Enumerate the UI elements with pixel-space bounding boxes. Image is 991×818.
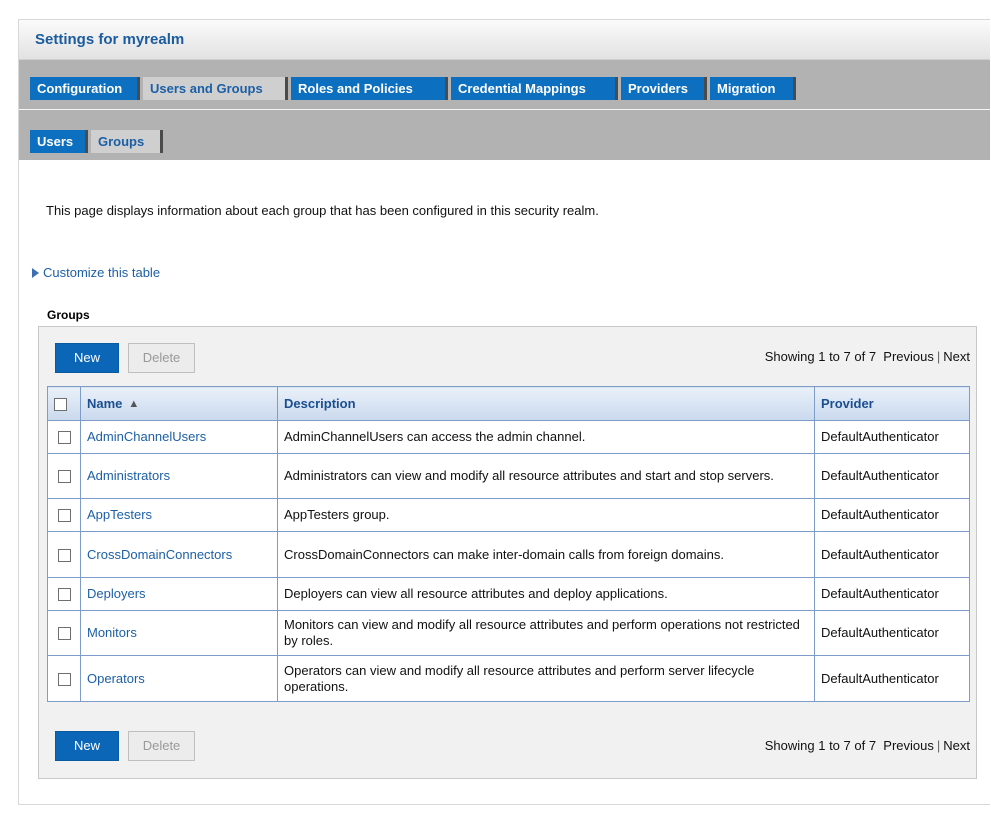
page-title: Settings for myrealm (35, 31, 185, 48)
next-link[interactable]: Next (943, 349, 970, 364)
title-bar: Settings for myrealm (19, 20, 990, 60)
group-name-cell: CrossDomainConnectors (80, 531, 278, 578)
row-checkbox[interactable] (57, 431, 71, 445)
row-select-cell (47, 453, 81, 499)
next-link[interactable]: Next (943, 738, 970, 753)
group-name-cell: Deployers (80, 577, 278, 611)
main-tabs: Configuration Users and Groups Roles and… (19, 60, 990, 110)
previous-link[interactable]: Previous (883, 349, 934, 364)
group-name-cell: AppTesters (80, 498, 278, 532)
table-row: AppTesters AppTesters group. DefaultAuth… (47, 498, 970, 532)
group-name-link[interactable]: Operators (87, 671, 145, 686)
row-select-cell (47, 655, 81, 702)
tab-users-and-groups[interactable]: Users and Groups (143, 77, 288, 100)
group-provider: DefaultAuthenticator (814, 531, 970, 578)
table-row: Operators Operators can view and modify … (47, 655, 970, 702)
name-column-header[interactable]: Name ▲ (80, 386, 278, 421)
select-all-cell (47, 386, 81, 421)
row-checkbox[interactable] (57, 627, 71, 641)
pagination-separator: | (936, 738, 941, 753)
delete-button-bottom[interactable]: Delete (128, 731, 195, 761)
showing-count: Showing 1 to 7 of 7 (764, 738, 877, 753)
select-all-checkbox[interactable] (54, 398, 67, 412)
table-row: Monitors Monitors can view and modify al… (47, 610, 970, 656)
group-name-link[interactable]: Administrators (87, 468, 170, 483)
group-provider: DefaultAuthenticator (814, 655, 970, 702)
showing-count: Showing 1 to 7 of 7 (764, 349, 877, 364)
groups-section-label: Groups (47, 308, 90, 322)
page-description: This page displays information about eac… (46, 203, 599, 218)
table-row: Deployers Deployers can view all resourc… (47, 577, 970, 611)
pagination-top: Showing 1 to 7 of 7 Previous | Next (765, 349, 970, 364)
previous-link[interactable]: Previous (883, 738, 934, 753)
group-provider: DefaultAuthenticator (814, 420, 970, 454)
pagination-separator: | (936, 349, 941, 364)
group-description: AdminChannelUsers can access the admin c… (277, 420, 815, 454)
row-checkbox[interactable] (57, 548, 71, 562)
group-description: Monitors can view and modify all resourc… (277, 610, 815, 656)
row-select-cell (47, 610, 81, 656)
group-name-cell: Monitors (80, 610, 278, 656)
new-button-top[interactable]: New (55, 343, 119, 373)
group-provider: DefaultAuthenticator (814, 453, 970, 499)
delete-button-top[interactable]: Delete (128, 343, 195, 373)
group-provider: DefaultAuthenticator (814, 577, 970, 611)
tab-users[interactable]: Users (30, 130, 88, 153)
group-description: Deployers can view all resource attribut… (277, 577, 815, 611)
tab-providers[interactable]: Providers (621, 77, 707, 100)
row-select-cell (47, 577, 81, 611)
row-checkbox[interactable] (57, 509, 71, 523)
row-select-cell (47, 531, 81, 578)
row-select-cell (47, 420, 81, 454)
name-header-label: Name (87, 396, 123, 411)
sub-tabs: Users Groups (19, 110, 990, 160)
group-name-cell: Administrators (80, 453, 278, 499)
row-checkbox[interactable] (57, 672, 71, 686)
sort-ascending-icon[interactable]: ▲ (128, 398, 139, 410)
group-name-link[interactable]: Monitors (87, 625, 137, 640)
pagination-bottom: Showing 1 to 7 of 7 Previous | Next (765, 738, 970, 753)
group-description: Operators can view and modify all resour… (277, 655, 815, 702)
groups-table-panel: New Delete Showing 1 to 7 of 7 Previous |… (38, 326, 977, 779)
group-provider: DefaultAuthenticator (814, 610, 970, 656)
group-description: CrossDomainConnectors can make inter-dom… (277, 531, 815, 578)
row-select-cell (47, 498, 81, 532)
description-column-header[interactable]: Description (277, 386, 815, 421)
group-description: AppTesters group. (277, 498, 815, 532)
customize-table-label: Customize this table (43, 265, 161, 280)
settings-frame: Settings for myrealm Configuration Users… (18, 19, 990, 805)
group-name-link[interactable]: Deployers (87, 586, 146, 601)
row-checkbox[interactable] (57, 588, 71, 602)
tab-migration[interactable]: Migration (710, 77, 796, 100)
table-row: CrossDomainConnectors CrossDomainConnect… (47, 531, 970, 578)
tab-credential-mappings[interactable]: Credential Mappings (451, 77, 618, 100)
table-row: AdminChannelUsers AdminChannelUsers can … (47, 420, 970, 454)
group-name-link[interactable]: AdminChannelUsers (87, 429, 206, 444)
group-provider: DefaultAuthenticator (814, 498, 970, 532)
group-name-cell: AdminChannelUsers (80, 420, 278, 454)
group-name-link[interactable]: CrossDomainConnectors (87, 547, 232, 562)
tab-groups[interactable]: Groups (91, 130, 163, 153)
table-header-row: Name ▲ Description Provider (47, 386, 970, 421)
tab-roles-and-policies[interactable]: Roles and Policies (291, 77, 448, 100)
customize-table-link[interactable]: Customize this table (32, 265, 160, 280)
group-name-cell: Operators (80, 655, 278, 702)
group-description: Administrators can view and modify all r… (277, 453, 815, 499)
provider-column-header[interactable]: Provider (814, 386, 970, 421)
groups-table: Name ▲ Description Provider AdminChannelU… (47, 386, 970, 702)
row-checkbox[interactable] (57, 470, 71, 484)
expand-triangle-icon (32, 268, 39, 278)
new-button-bottom[interactable]: New (55, 731, 119, 761)
table-row: Administrators Administrators can view a… (47, 453, 970, 499)
tab-configuration[interactable]: Configuration (30, 77, 140, 100)
group-name-link[interactable]: AppTesters (87, 507, 152, 522)
